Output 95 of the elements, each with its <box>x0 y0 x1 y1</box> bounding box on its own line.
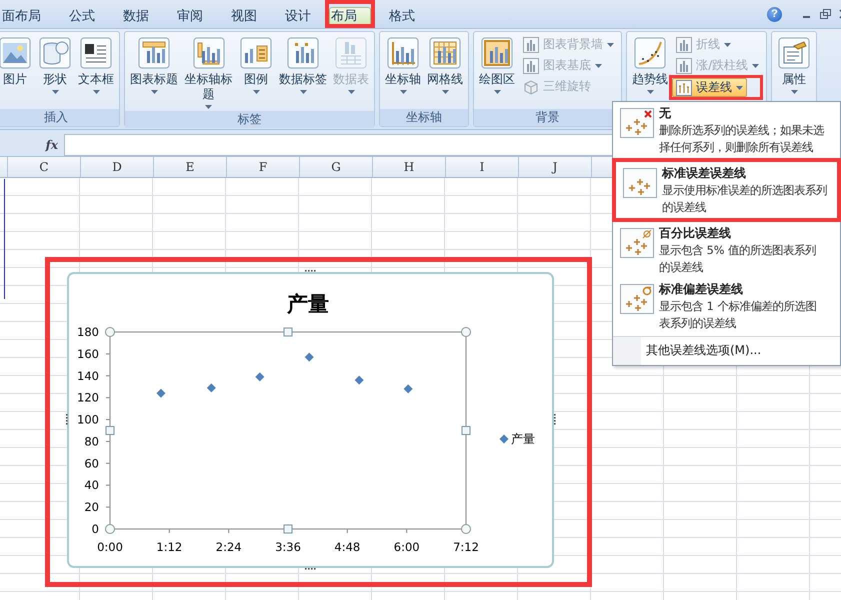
ribbon-tab[interactable]: 数据 <box>109 3 163 28</box>
plot-handle[interactable] <box>284 524 292 534</box>
bar-chart-icon <box>523 58 540 74</box>
error-bars-icon <box>620 284 654 314</box>
resize-handle[interactable] <box>66 414 68 425</box>
column-header[interactable]: J <box>518 157 591 177</box>
ribbon-tab[interactable]: 面布局 <box>0 3 55 28</box>
axis-label: 4:48 <box>334 540 360 554</box>
data-point <box>304 352 314 362</box>
bar-chart-icon <box>676 36 692 52</box>
axis-label: 140 <box>77 368 99 383</box>
axis-label: 120 <box>77 390 99 405</box>
axis-label: 20 <box>84 500 99 514</box>
text-box-icon <box>80 37 112 69</box>
ribbon-button[interactable]: 网格线 <box>425 35 466 96</box>
data-labels-icon <box>287 37 320 69</box>
group-label: 插入 <box>0 109 119 126</box>
ribbon-tab[interactable]: 视图 <box>217 3 271 28</box>
error-bar-icon <box>676 80 692 96</box>
ribbon-button[interactable]: 属性 <box>775 35 814 96</box>
cube-icon <box>523 78 540 94</box>
column-header[interactable]: E <box>153 157 226 177</box>
resize-handle[interactable] <box>305 270 316 272</box>
cylinder-icon <box>39 37 71 69</box>
legend-label: 产量 <box>511 432 535 446</box>
data-point <box>255 372 264 382</box>
axis-label: 100 <box>77 412 99 427</box>
ribbon-button[interactable]: 绘图区 <box>477 35 518 96</box>
ribbon-button[interactable]: 坐标轴标题 <box>182 35 236 111</box>
axes-icon <box>387 37 420 69</box>
bar-chart-icon <box>523 36 540 52</box>
axis-label: 80 <box>84 434 99 448</box>
group-label: 标签 <box>125 111 374 128</box>
legend-marker <box>500 434 508 444</box>
axis-label: 160 <box>77 346 99 361</box>
axis-label: 6:00 <box>394 540 420 554</box>
gridlines-icon <box>429 37 462 69</box>
ribbon-button[interactable]: 图表标题 <box>128 35 180 96</box>
axis-label: 2:24 <box>216 540 242 554</box>
ribbon-tab[interactable]: 公式 <box>55 3 109 28</box>
column-header[interactable]: H <box>372 157 445 177</box>
error-bars-icon <box>620 108 654 138</box>
legend-icon <box>240 37 272 69</box>
chart-title: 产量 <box>287 292 329 316</box>
axis-label: 180 <box>77 325 99 339</box>
more-options-item[interactable]: 其他误差线选项(M)... <box>613 336 840 365</box>
plot-area-icon <box>481 37 514 69</box>
menu-item[interactable]: 百分比误差线 显示包含 5% 值的所选图表系列 的误差线 <box>613 222 840 278</box>
group-label: 坐标轴 <box>380 109 468 126</box>
resize-handle[interactable] <box>554 414 556 425</box>
ribbon-tab[interactable]: 审阅 <box>163 3 217 28</box>
axis-label: 0:00 <box>97 540 123 554</box>
error-bars-icon <box>623 168 657 198</box>
menu-item[interactable]: 标准偏差误差线 显示包含 1 个标准偏差的所选图 表系列的误差线 <box>613 278 840 334</box>
error-bars-icon <box>620 228 654 258</box>
ribbon-button[interactable]: 图片 <box>0 35 34 89</box>
plot-handle[interactable] <box>284 328 292 336</box>
ribbon-button[interactable]: 数据标签 <box>277 35 330 96</box>
plot-handle[interactable] <box>106 426 114 435</box>
bar-chart-icon <box>676 58 692 74</box>
ribbon-tab[interactable]: 设计 <box>271 3 325 28</box>
function-label[interactable]: fx <box>0 138 64 152</box>
axis-label: 3:36 <box>275 540 301 554</box>
data-point <box>354 376 364 385</box>
data-table-icon <box>335 37 368 69</box>
ribbon-button[interactable]: 文本框 <box>76 35 116 96</box>
ribbon-button[interactable]: 图例 <box>237 35 276 96</box>
data-point <box>404 384 413 394</box>
ribbon-tab[interactable]: 格式 <box>375 3 429 28</box>
column-header[interactable]: G <box>299 157 372 177</box>
menu-item[interactable]: 标准误差误差线 显示使用标准误差的所选图表系列 的误差线 <box>616 162 837 218</box>
data-point <box>156 388 166 398</box>
axis-label: 40 <box>84 478 99 492</box>
axis-label: 1:12 <box>156 540 182 554</box>
data-point <box>206 383 216 392</box>
landscape-icon <box>0 37 31 69</box>
column-header[interactable]: C <box>7 157 80 177</box>
column-header[interactable]: I <box>445 157 518 177</box>
axis-label: 0 <box>92 522 99 536</box>
chart-title-icon <box>138 37 170 69</box>
ribbon-button[interactable]: 坐标轴 <box>383 35 424 96</box>
ribbon-button[interactable]: 趋势线 <box>630 35 670 96</box>
ribbon-tab[interactable]: 布局 <box>329 7 371 24</box>
column-header[interactable]: F <box>226 157 299 177</box>
trend-chart-icon <box>634 37 666 69</box>
axis-title-icon <box>192 37 225 69</box>
restore-icon[interactable] <box>820 9 831 19</box>
ribbon-button[interactable]: 误差线 <box>672 78 748 97</box>
axis-label: 7:12 <box>453 540 479 554</box>
ribbon-button[interactable]: 形状 <box>36 35 74 96</box>
plot-handle[interactable] <box>462 426 470 435</box>
axis-label: 60 <box>84 456 99 470</box>
column-header[interactable]: D <box>80 157 153 177</box>
properties-icon <box>778 37 810 69</box>
resize-handle[interactable] <box>305 568 316 570</box>
